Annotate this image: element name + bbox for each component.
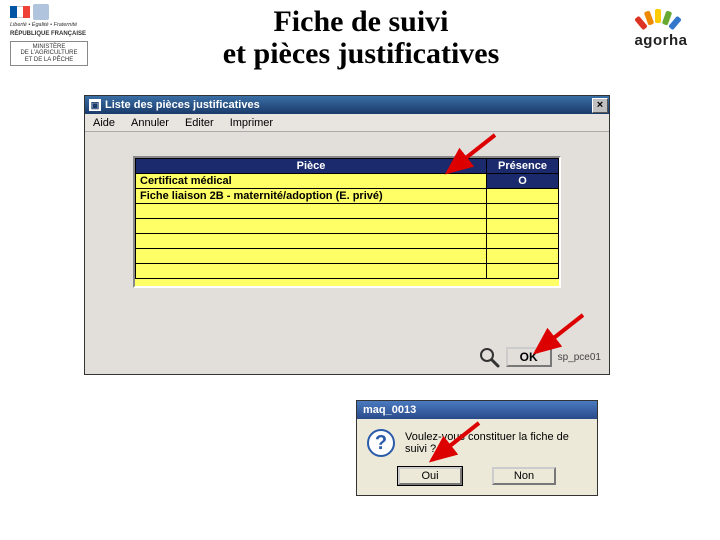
table-row[interactable] bbox=[136, 219, 559, 234]
window-titlebar[interactable]: ▣ Liste des pièces justificatives × bbox=[85, 96, 609, 114]
france-flag-icon bbox=[10, 6, 30, 18]
agorha-brand-text: agorha bbox=[622, 32, 700, 49]
table-row[interactable]: Fiche liaison 2B - maternité/adoption (E… bbox=[136, 189, 559, 204]
agorha-arc-icon bbox=[622, 8, 700, 32]
title-line: Fiche de suivi bbox=[223, 6, 500, 38]
dialog-titlebar[interactable]: maq_0013 bbox=[357, 401, 597, 419]
ministry-line: DE L'AGRICULTURE bbox=[13, 50, 85, 57]
app-window: ▣ Liste des pièces justificatives × Aide… bbox=[84, 95, 610, 375]
presence-cell[interactable] bbox=[487, 249, 559, 264]
slide-header: Liberté • Égalité • Fraternité RÉPUBLIQU… bbox=[0, 0, 720, 68]
table-row[interactable] bbox=[136, 249, 559, 264]
confirm-dialog: maq_0013 ? Voulez-vous constituer la fic… bbox=[356, 400, 598, 496]
table-row[interactable]: Certificat médical O bbox=[136, 174, 559, 189]
menu-editer[interactable]: Editer bbox=[177, 114, 222, 131]
motto-text: Liberté • Égalité • Fraternité bbox=[10, 22, 100, 28]
pieces-table-wrap: Pièce Présence Certificat médical O Fich… bbox=[133, 156, 561, 288]
piece-cell[interactable] bbox=[136, 204, 487, 219]
table-row[interactable] bbox=[136, 264, 559, 279]
piece-cell[interactable] bbox=[136, 219, 487, 234]
magnifier-icon[interactable] bbox=[478, 346, 500, 368]
presence-cell[interactable] bbox=[487, 189, 559, 204]
piece-cell[interactable]: Fiche liaison 2B - maternité/adoption (E… bbox=[136, 189, 487, 204]
presence-cell[interactable] bbox=[487, 219, 559, 234]
gov-logo-block: Liberté • Égalité • Fraternité RÉPUBLIQU… bbox=[10, 4, 100, 66]
menubar: Aide Annuler Editer Imprimer bbox=[85, 114, 609, 132]
presence-cell[interactable] bbox=[487, 234, 559, 249]
pieces-table: Pièce Présence Certificat médical O Fich… bbox=[135, 158, 559, 279]
marianne-icon bbox=[33, 4, 49, 20]
dialog-yes-button[interactable]: Oui bbox=[398, 467, 462, 485]
sp-label: sp_pce01 bbox=[558, 352, 601, 363]
col-presence-header[interactable]: Présence bbox=[487, 159, 559, 174]
presence-cell[interactable]: O bbox=[487, 174, 559, 189]
window-title: Liste des pièces justificatives bbox=[105, 99, 260, 111]
ministry-line: ET DE LA PÊCHE bbox=[13, 57, 85, 64]
piece-cell[interactable] bbox=[136, 234, 487, 249]
piece-cell[interactable] bbox=[136, 264, 487, 279]
col-piece-header[interactable]: Pièce bbox=[136, 159, 487, 174]
piece-cell[interactable]: Certificat médical bbox=[136, 174, 487, 189]
agorha-logo: agorha bbox=[622, 4, 700, 49]
table-row[interactable] bbox=[136, 204, 559, 219]
ministry-box: MINISTÈRE DE L'AGRICULTURE ET DE LA PÊCH… bbox=[10, 41, 88, 67]
republic-text: RÉPUBLIQUE FRANÇAISE bbox=[10, 31, 100, 38]
piece-cell[interactable] bbox=[136, 249, 487, 264]
presence-cell[interactable] bbox=[487, 204, 559, 219]
ok-area: OK sp_pce01 bbox=[478, 346, 601, 368]
table-row[interactable] bbox=[136, 234, 559, 249]
dialog-text: Voulez-vous constituer la fiche de suivi… bbox=[405, 431, 587, 455]
menu-aide[interactable]: Aide bbox=[85, 114, 123, 131]
window-body: Pièce Présence Certificat médical O Fich… bbox=[85, 132, 609, 374]
menu-imprimer[interactable]: Imprimer bbox=[222, 114, 281, 131]
title-line: et pièces justificatives bbox=[223, 38, 500, 70]
close-button[interactable]: × bbox=[592, 98, 608, 113]
menu-annuler[interactable]: Annuler bbox=[123, 114, 177, 131]
dialog-title-text: maq_0013 bbox=[363, 404, 416, 416]
slide-title: Fiche de suivi et pièces justificatives bbox=[223, 4, 500, 69]
ok-button[interactable]: OK bbox=[506, 347, 552, 367]
dialog-no-button[interactable]: Non bbox=[492, 467, 556, 485]
question-icon: ? bbox=[367, 429, 395, 457]
window-icon: ▣ bbox=[89, 99, 101, 111]
presence-cell[interactable] bbox=[487, 264, 559, 279]
ministry-line: MINISTÈRE bbox=[13, 44, 85, 51]
